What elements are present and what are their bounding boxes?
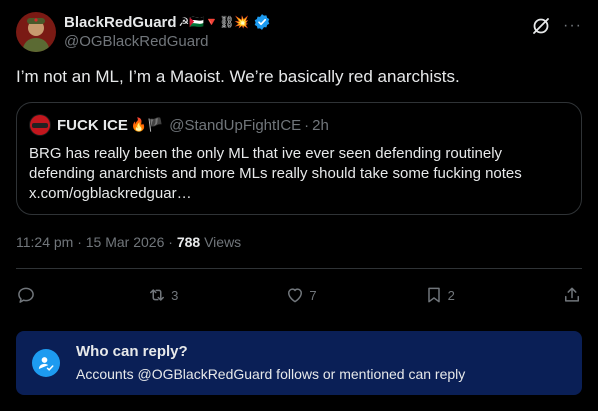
- avatar[interactable]: [16, 12, 56, 52]
- author-handle[interactable]: @OGBlackRedGuard: [64, 33, 271, 50]
- quote-avatar[interactable]: [29, 114, 51, 136]
- like-button[interactable]: 7: [285, 285, 317, 305]
- reply-icon: [18, 287, 34, 303]
- tweet-meta: 11:24 pm · 15 Mar 2026 · 788 Views: [16, 234, 241, 250]
- person-icon: [32, 349, 60, 377]
- quote-display-name[interactable]: FUCK ICE: [57, 117, 128, 134]
- share-icon: [564, 287, 579, 302]
- author-display-name[interactable]: BlackRedGuard: [64, 14, 177, 31]
- views-label: Views: [204, 234, 242, 250]
- bookmark-count: 2: [447, 287, 455, 303]
- like-count: 7: [309, 287, 317, 303]
- action-bar: 3 7 2: [16, 283, 582, 307]
- repost-icon: [150, 289, 165, 301]
- author-emojis: ☭🇵🇸🔻⛓💥: [178, 15, 250, 29]
- divider: [16, 268, 582, 269]
- like-icon: [288, 288, 303, 303]
- reply-notice-subtitle: Accounts @OGBlackRedGuard follows or men…: [76, 366, 466, 382]
- quote-link[interactable]: x.com/ogblackredguar…: [29, 184, 569, 204]
- reply-notice-title: Who can reply?: [76, 343, 188, 360]
- tweet-text: I’m not an ML, I’m a Maoist. We’re basic…: [16, 67, 460, 86]
- reply-button[interactable]: [16, 285, 40, 305]
- views-count: 788: [176, 234, 201, 250]
- who-can-reply-notice: Who can reply? Accounts @OGBlackRedGuard…: [16, 331, 582, 395]
- quote-separator: ·: [304, 116, 310, 134]
- tweet-header: BlackRedGuard ☭🇵🇸🔻⛓💥 @OGBlackRedGuard ··…: [16, 12, 582, 54]
- repost-count: 3: [171, 287, 179, 303]
- more-icon[interactable]: ···: [563, 18, 582, 34]
- bookmark-icon: [427, 287, 440, 303]
- quote-handle[interactable]: @StandUpFightICE: [169, 117, 301, 134]
- quoted-tweet[interactable]: FUCK ICE 🔥🏴 @StandUpFightICE · 2h BRG ha…: [16, 102, 582, 215]
- meta-separator: ·: [168, 234, 177, 250]
- repost-button[interactable]: 3: [147, 285, 178, 305]
- tweet-timestamp[interactable]: 11:24 pm · 15 Mar 2026: [16, 234, 164, 250]
- grok-icon[interactable]: [531, 16, 551, 36]
- share-button[interactable]: [562, 285, 582, 305]
- bookmark-button[interactable]: 2: [424, 285, 455, 305]
- quote-text: BRG has really been the only ML that ive…: [29, 145, 522, 182]
- quote-timestamp[interactable]: 2h: [312, 117, 329, 134]
- quote-emojis: 🔥🏴: [130, 117, 164, 133]
- verified-icon: [253, 13, 271, 31]
